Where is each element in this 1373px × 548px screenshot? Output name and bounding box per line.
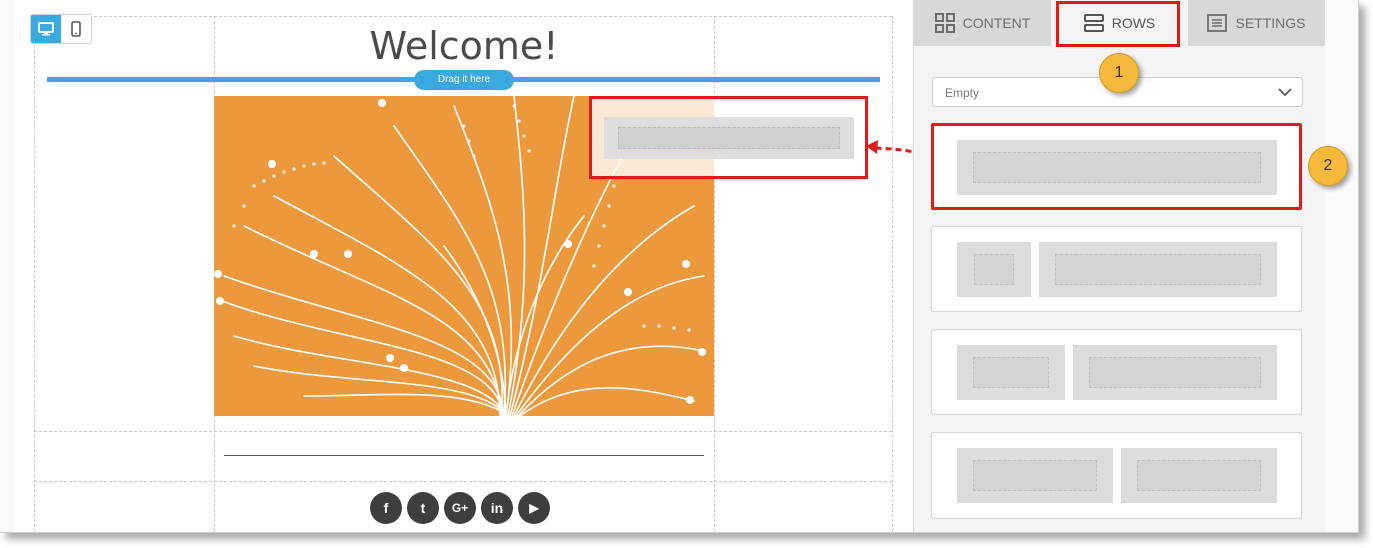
- grid-guide: [34, 16, 892, 17]
- row-layout-one-third-two-thirds[interactable]: [931, 226, 1302, 312]
- tab-rows-highlight: [1056, 1, 1180, 47]
- tab-settings[interactable]: SETTINGS: [1188, 0, 1325, 46]
- grid-icon: [934, 13, 955, 33]
- email-heading[interactable]: Welcome!: [214, 24, 714, 68]
- facebook-icon[interactable]: f: [370, 492, 402, 524]
- row-column: [1039, 242, 1277, 297]
- ghost-row-column: [618, 127, 840, 149]
- mobile-view-button[interactable]: [61, 15, 91, 43]
- settings-icon: [1207, 14, 1228, 32]
- row-layout-one-column[interactable]: [931, 123, 1302, 210]
- tab-content-label: CONTENT: [962, 15, 1031, 31]
- desktop-view-button[interactable]: [31, 15, 61, 43]
- mobile-icon: [71, 21, 81, 37]
- step-badge-1: 1: [1099, 53, 1139, 93]
- twitter-icon[interactable]: t: [407, 492, 439, 524]
- chevron-down-icon: [1278, 88, 1292, 97]
- desktop-icon: [38, 22, 54, 36]
- step-badge-2: 2: [1308, 146, 1348, 186]
- row-layout-two-fifths-three-fifths[interactable]: [931, 329, 1302, 415]
- divider-line[interactable]: [224, 455, 704, 456]
- grid-guide: [34, 16, 35, 532]
- youtube-icon[interactable]: ▶: [518, 492, 550, 524]
- grid-guide: [892, 16, 893, 532]
- row-column: [957, 448, 1113, 503]
- row-column: [1073, 345, 1277, 400]
- row-column: [957, 242, 1031, 297]
- grid-guide: [34, 431, 892, 432]
- grid-guide: [34, 481, 892, 482]
- tab-settings-label: SETTINGS: [1235, 15, 1306, 31]
- linkedin-icon[interactable]: in: [481, 492, 513, 524]
- app-window: Welcome! Drag it here f t G+ in ▶ CONTEN…: [0, 0, 1359, 533]
- google-plus-icon[interactable]: G+: [444, 492, 476, 524]
- row-column: [957, 345, 1065, 400]
- row-column: [957, 140, 1277, 195]
- row-layout-half-half[interactable]: [931, 432, 1302, 519]
- dragging-row-ghost[interactable]: [589, 96, 868, 179]
- device-toggle: [30, 14, 92, 44]
- row-column: [1121, 448, 1277, 503]
- social-icons: f t G+ in ▶: [370, 492, 550, 524]
- grid-guide: [714, 16, 715, 532]
- tab-content[interactable]: CONTENT: [914, 0, 1051, 46]
- drop-hint-label: Drag it here: [414, 70, 514, 90]
- row-type-value: Empty: [945, 86, 980, 100]
